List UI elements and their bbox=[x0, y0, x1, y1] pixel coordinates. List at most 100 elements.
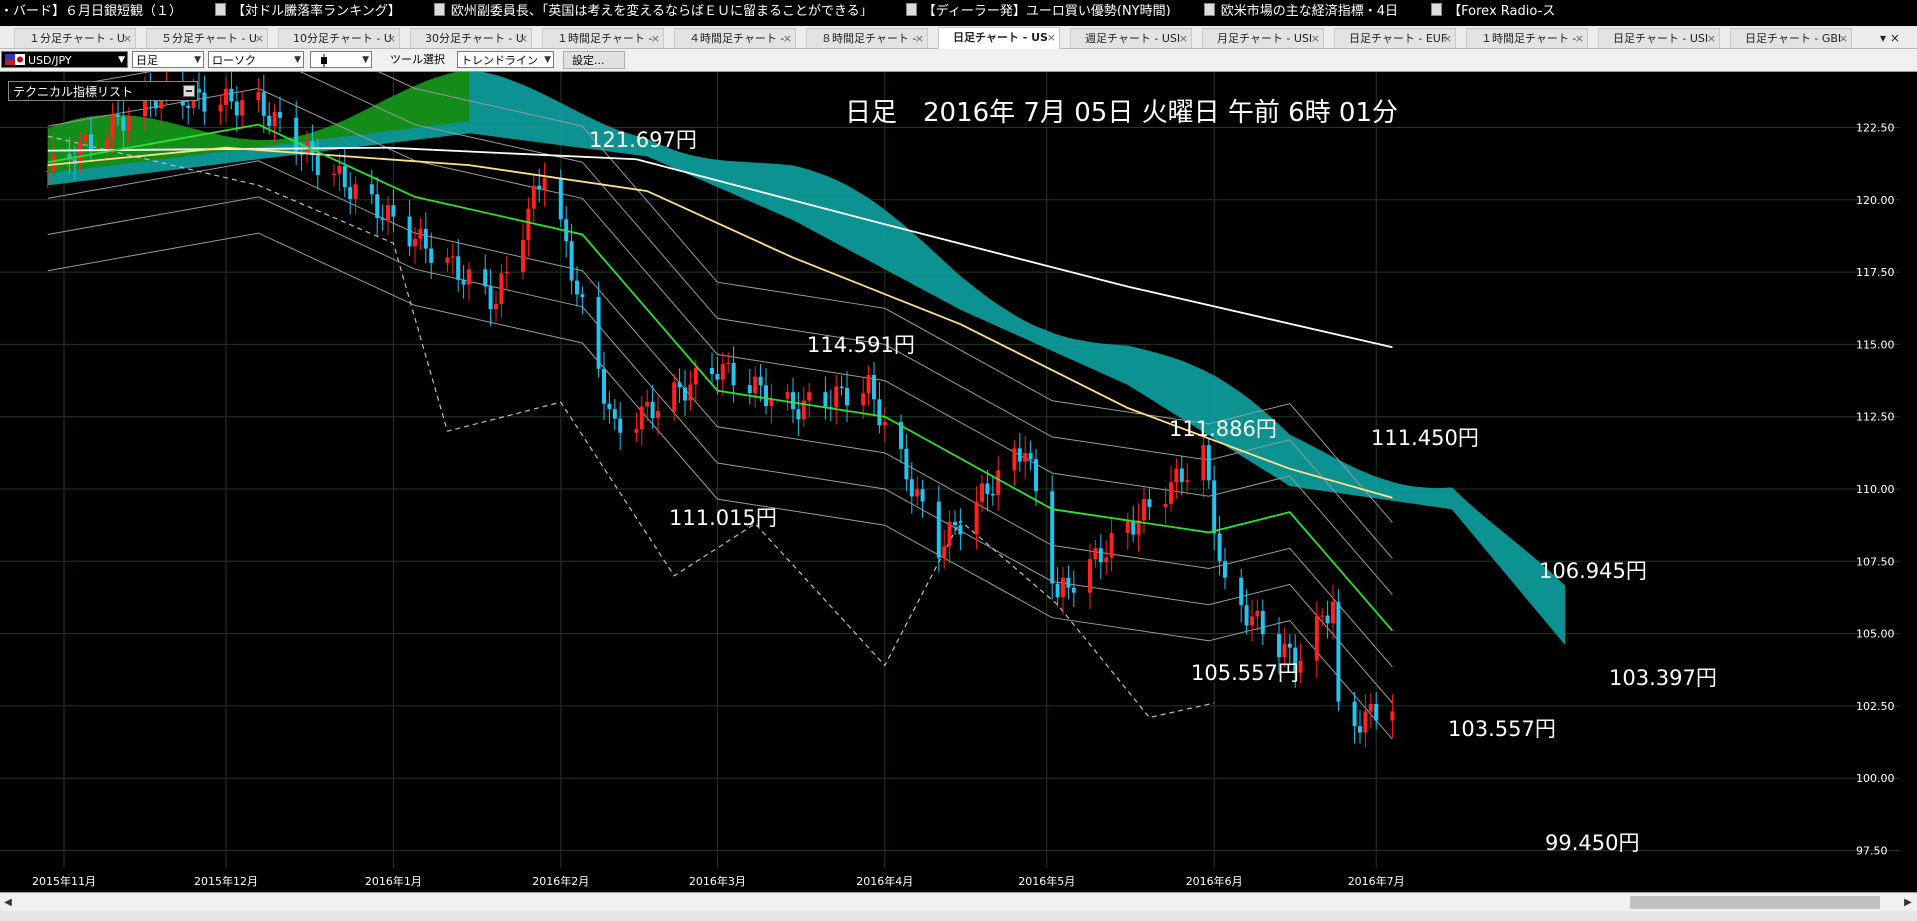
candle-body bbox=[261, 92, 266, 116]
tab-label: 日足チャート - GBI bbox=[1745, 32, 1842, 45]
close-icon[interactable]: × bbox=[651, 29, 660, 48]
tab-4hour-chart[interactable]: ４時間足チャート - × bbox=[674, 28, 796, 48]
candle-body bbox=[240, 100, 245, 116]
close-icon[interactable]: × bbox=[1707, 29, 1716, 48]
candle-body bbox=[1239, 577, 1244, 606]
candle-body bbox=[537, 185, 542, 190]
candle-body bbox=[823, 392, 828, 407]
candle-body bbox=[807, 392, 812, 401]
minimize-icon[interactable] bbox=[183, 85, 195, 97]
settings-button[interactable]: 設定... bbox=[563, 51, 625, 69]
drawing-tool-select[interactable]: トレンドライン ▼ bbox=[457, 51, 554, 68]
ticker-item[interactable]: 【Forex Radio-ス bbox=[1431, 3, 1555, 16]
tab-daily-chart-eur[interactable]: 日足チャート - EUF × bbox=[1334, 28, 1456, 48]
candle-body bbox=[1287, 643, 1292, 648]
candle-body bbox=[450, 256, 455, 258]
close-icon[interactable]: × bbox=[1179, 29, 1188, 48]
close-icon[interactable]: × bbox=[123, 29, 132, 48]
candle-body bbox=[348, 187, 353, 199]
chevron-down-icon: ▼ bbox=[194, 55, 201, 65]
candle-body bbox=[1352, 701, 1357, 727]
close-icon[interactable]: × bbox=[519, 29, 528, 48]
y-axis-tick-label: 107.50 bbox=[1856, 555, 1895, 568]
tab-list-menu-icon[interactable]: ▾ × bbox=[1880, 28, 1900, 48]
price-callout: 99.450円 bbox=[1545, 831, 1640, 855]
candle-body bbox=[1012, 448, 1017, 471]
candle-body bbox=[1163, 503, 1168, 507]
scrollbar-thumb[interactable] bbox=[1630, 896, 1880, 909]
x-axis-tick-label: 2016年7月 bbox=[1348, 874, 1405, 888]
price-callout: 103.557円 bbox=[1448, 717, 1556, 741]
candle-body bbox=[720, 364, 725, 380]
candle-body bbox=[747, 385, 752, 394]
candle-body bbox=[526, 208, 531, 240]
close-icon[interactable]: × bbox=[1839, 29, 1848, 48]
ticker-item[interactable]: 【ディーラー発】ユーロ買い優勢(NY時間) bbox=[905, 3, 1171, 16]
tab-label: 日足チャート - USI bbox=[1613, 32, 1709, 45]
candle-body bbox=[375, 194, 380, 219]
candle-body bbox=[1363, 711, 1368, 733]
tab-weekly-chart[interactable]: 週足チャート - USI × bbox=[1070, 28, 1192, 48]
candle-body bbox=[866, 374, 871, 394]
candle-body bbox=[672, 382, 677, 411]
tab-10min-chart[interactable]: 10分足チャート - U × bbox=[278, 28, 400, 48]
x-axis-tick-label: 2016年4月 bbox=[856, 874, 913, 888]
price-callout: 111.450円 bbox=[1371, 426, 1479, 450]
technical-indicator-list[interactable]: テクニカル指標リスト bbox=[8, 81, 198, 101]
scroll-right-icon[interactable]: ▶ bbox=[1900, 893, 1916, 912]
ticker-item[interactable]: ・バード】６月日銀短観（１） bbox=[0, 4, 182, 16]
scroll-left-icon[interactable]: ◀ bbox=[0, 893, 16, 912]
line-style-select[interactable]: ▼ bbox=[310, 51, 372, 68]
ticker-item[interactable]: 欧米市場の主な経済指標・4日 bbox=[1203, 3, 1398, 16]
price-chart[interactable]: 122.50 120.00 117.50 115.00 112.50 110.00 107.… bbox=[0, 72, 1917, 890]
x-axis-tick-label: 2015年11月 bbox=[32, 874, 96, 888]
close-icon[interactable]: × bbox=[1443, 29, 1452, 48]
symbol-select[interactable]: USD/JPY ▼ bbox=[1, 51, 128, 68]
tab-monthly-chart[interactable]: 月足チャート - USI × bbox=[1202, 28, 1324, 48]
candle-body bbox=[791, 392, 795, 410]
close-icon[interactable]: × bbox=[255, 29, 264, 48]
candle-body bbox=[267, 115, 272, 126]
tab-1hour-chart[interactable]: １時間足チャート - × bbox=[542, 28, 664, 48]
candle-body bbox=[1071, 587, 1076, 593]
close-icon[interactable]: × bbox=[915, 29, 924, 48]
tab-5min-chart[interactable]: ５分足チャート - U × bbox=[146, 28, 268, 48]
tab-daily-chart-usdjpy[interactable]: 日足チャート - US × bbox=[938, 27, 1060, 49]
tab-30min-chart[interactable]: 30分足チャート - U × bbox=[410, 28, 532, 48]
candle-body bbox=[369, 184, 374, 195]
close-icon[interactable]: × bbox=[1575, 29, 1584, 48]
timeframe-select[interactable]: 日足 ▼ bbox=[132, 51, 204, 68]
ticker-item[interactable]: 欧州副委員長、「英国は考えを変えるならばＥＵに留まることができる」 bbox=[433, 3, 873, 16]
ticker-item[interactable]: 【対ドル騰落率ランキング】 bbox=[215, 3, 401, 16]
chart-canvas[interactable]: 122.50 120.00 117.50 115.00 112.50 110.00 107.… bbox=[0, 72, 1917, 890]
tab-daily-chart-gbp[interactable]: 日足チャート - GBI × bbox=[1730, 28, 1852, 48]
candle-body bbox=[407, 216, 412, 247]
candle-body bbox=[153, 100, 158, 109]
x-axis-tick-label: 2016年6月 bbox=[1186, 874, 1243, 888]
tab-1min-chart[interactable]: １分足チャート - U × bbox=[14, 28, 136, 48]
candle-body bbox=[683, 387, 687, 401]
candle-body bbox=[677, 382, 682, 388]
chart-type-select[interactable]: ローソク ▼ bbox=[208, 51, 304, 68]
candle-body bbox=[89, 134, 93, 150]
close-icon[interactable]: × bbox=[387, 29, 396, 48]
x-axis-tick-label: 2016年3月 bbox=[689, 874, 746, 888]
close-icon[interactable]: × bbox=[783, 29, 792, 48]
y-axis-tick-label: 112.50 bbox=[1856, 411, 1895, 424]
candle-body bbox=[834, 386, 839, 408]
candle-body bbox=[488, 286, 493, 309]
tab-label: ４時間足チャート - bbox=[689, 32, 785, 45]
candle-body bbox=[1104, 557, 1109, 563]
horizontal-scrollbar[interactable]: ◀ ▶ bbox=[0, 892, 1917, 912]
candle-body bbox=[990, 493, 995, 496]
close-icon[interactable]: × bbox=[1311, 29, 1320, 48]
candle-body bbox=[429, 248, 434, 263]
candle-body bbox=[1088, 559, 1092, 593]
close-icon[interactable]: × bbox=[1047, 28, 1056, 48]
tab-8hour-chart[interactable]: ８時間足チャート - × bbox=[806, 28, 928, 48]
tab-1hour-chart-2[interactable]: １時間足チャート - × bbox=[1466, 28, 1588, 48]
candle-body bbox=[1109, 533, 1114, 558]
candle-body bbox=[1055, 583, 1060, 598]
candle-body bbox=[202, 92, 207, 112]
tab-daily-chart-usd-2[interactable]: 日足チャート - USI × bbox=[1598, 28, 1720, 48]
